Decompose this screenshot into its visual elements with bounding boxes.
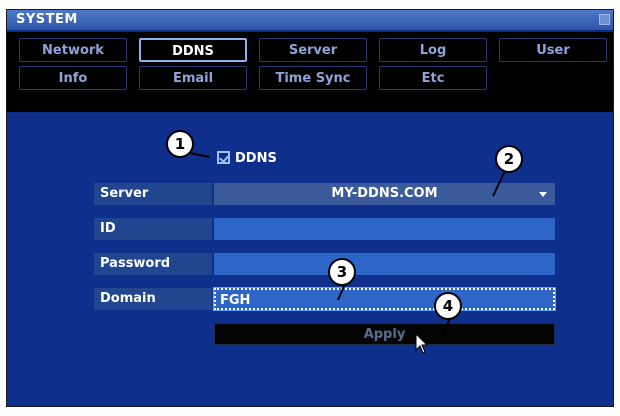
system-window: SYSTEM Network DDNS Server Log User Info…: [6, 9, 614, 407]
id-field[interactable]: [214, 218, 555, 240]
password-field[interactable]: [214, 253, 555, 275]
tab-email[interactable]: Email: [139, 66, 247, 90]
tab-server[interactable]: Server: [259, 38, 367, 62]
apply-button[interactable]: Apply: [214, 323, 555, 345]
callout-2: 2: [495, 145, 523, 173]
server-select-value: MY-DDNS.COM: [331, 186, 438, 201]
chevron-down-icon[interactable]: [539, 192, 547, 197]
callout-4: 4: [434, 292, 462, 320]
tab-time-sync[interactable]: Time Sync: [259, 66, 367, 90]
tab-log[interactable]: Log: [379, 38, 487, 62]
tab-network[interactable]: Network: [19, 38, 127, 62]
password-label: Password: [94, 253, 212, 275]
ddns-checkbox[interactable]: [217, 151, 230, 164]
id-label: ID: [94, 218, 212, 240]
callout-1: 1: [166, 130, 194, 158]
server-label: Server: [94, 183, 212, 205]
title-bar: SYSTEM: [7, 10, 613, 30]
close-icon[interactable]: [599, 14, 610, 25]
ddns-checkbox-label: DDNS: [235, 151, 277, 166]
server-select[interactable]: MY-DDNS.COM: [214, 183, 555, 205]
ddns-checkbox-row[interactable]: DDNS: [217, 150, 277, 168]
tab-info[interactable]: Info: [19, 66, 127, 90]
tab-ddns[interactable]: DDNS: [139, 38, 247, 62]
domain-field[interactable]: FGH: [213, 287, 556, 311]
tab-user[interactable]: User: [499, 38, 607, 62]
tab-etc[interactable]: Etc: [379, 66, 487, 90]
tab-bar: Network DDNS Server Log User Info Email …: [7, 32, 613, 112]
callout-3: 3: [328, 258, 356, 286]
domain-label: Domain: [94, 288, 212, 310]
window-title: SYSTEM: [16, 12, 78, 27]
mouse-pointer-icon: [415, 333, 429, 354]
